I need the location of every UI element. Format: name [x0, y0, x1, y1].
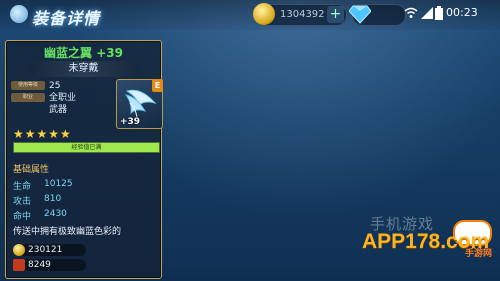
- item-description: 传送中拥有极致幽蓝色彩的: [13, 227, 122, 237]
- base-stats-title: 基础属性: [13, 165, 50, 175]
- battery-icon: [435, 6, 443, 20]
- item-name: 幽蓝之翼 +39: [6, 44, 161, 61]
- item-icon-slot[interactable]: E +39: [116, 79, 163, 129]
- stat-attack: 攻击 810: [13, 194, 61, 207]
- watermark-sub: 手游网: [464, 249, 492, 259]
- star-rating: ★★★★★: [13, 127, 72, 141]
- top-bar: 装备详情 1304392 + 00:23: [0, 0, 500, 30]
- grade-badge: E: [152, 79, 163, 92]
- system-status-bar: 00:23: [404, 5, 496, 23]
- cost-material: 8249: [13, 259, 86, 271]
- item-detail-panel: 幽蓝之翼 +39 未穿戴 使用等级 职业 25 全职业 武器 E +39 ★★★…: [5, 40, 163, 279]
- cost-material-value: 8249: [28, 260, 51, 270]
- stat-hit: 命中 2430: [13, 209, 67, 222]
- stat-label: 命中: [13, 212, 32, 222]
- item-enhance-level: +39: [96, 46, 123, 60]
- stat-label: 生命: [13, 182, 32, 192]
- level-value: 25: [49, 81, 61, 91]
- type-value: 武器: [49, 105, 68, 115]
- diamond-counter[interactable]: [349, 4, 406, 26]
- gold-counter: 1304392 +: [253, 3, 347, 26]
- diamond-icon: [349, 5, 371, 24]
- gold-coin-icon: [13, 244, 25, 256]
- stat-value: 2430: [44, 209, 67, 219]
- gold-amount: 1304392: [280, 9, 325, 20]
- wifi-icon: [404, 7, 418, 18]
- material-icon: [13, 259, 25, 271]
- title-emblem-icon: [10, 5, 28, 23]
- clock: 00:23: [446, 6, 478, 19]
- signal-icon: [421, 7, 433, 19]
- stat-label: 攻击: [13, 197, 32, 207]
- level-tag: 使用等级: [11, 81, 45, 90]
- class-value: 全职业: [49, 93, 77, 103]
- equip-status: 未穿戴: [68, 63, 99, 74]
- add-gold-button[interactable]: +: [327, 6, 344, 23]
- stat-hp: 生命 10125: [13, 179, 73, 192]
- item-name-text: 幽蓝之翼: [44, 46, 93, 60]
- gold-coin-icon: [253, 3, 275, 25]
- stat-value: 10125: [44, 179, 73, 189]
- equip-status-bar: 未穿戴: [28, 61, 139, 77]
- cost-gold-value: 230121: [28, 245, 63, 255]
- icon-enhance-level: +39: [120, 117, 141, 127]
- class-tag: 职业: [11, 93, 45, 102]
- exp-progress-bar: 经验值已满: [13, 142, 160, 153]
- site-watermark: 手机游戏 APP178.com 手游网: [357, 213, 492, 263]
- screen-title-text: 装备详情: [32, 9, 101, 28]
- screen-title: 装备详情: [10, 3, 110, 28]
- cost-gold: 230121: [13, 244, 86, 256]
- stat-value: 810: [44, 194, 62, 204]
- exp-progress-label: 经验值已满: [71, 144, 102, 151]
